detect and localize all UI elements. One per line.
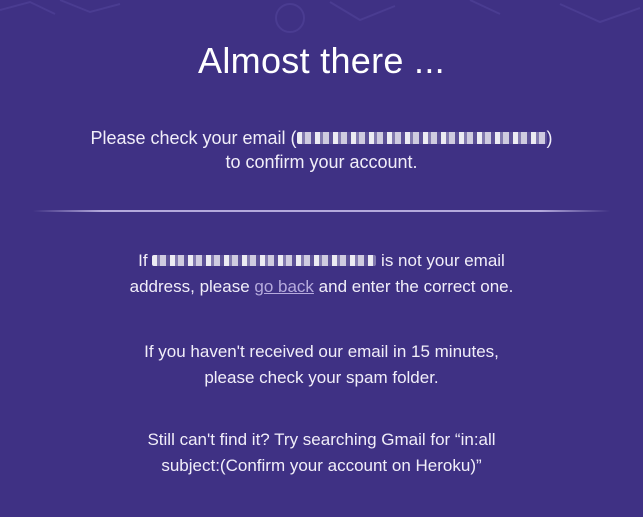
wrong-email-suffix: is not your email (376, 251, 505, 270)
spam-line-1: If you haven't received our email in 15 … (144, 342, 499, 361)
page-title: Almost there ... (198, 40, 445, 81)
check-email-line-2: to confirm your account. (225, 152, 418, 172)
check-email-message: Please check your email () to confirm yo… (0, 126, 643, 174)
spam-message: If you haven't received our email in 15 … (0, 339, 643, 391)
search-line-2: subject:(Confirm your account on Heroku)… (161, 456, 482, 475)
redacted-email (296, 131, 547, 144)
spam-line-2: please check your spam folder. (204, 368, 439, 387)
check-email-line-1: Please check your email () (0, 126, 643, 150)
wrong-email-prefix: If (138, 251, 153, 270)
wrong-email-line-2-prefix: address, please (129, 277, 255, 296)
wrong-email-line-2: address, please go back and enter the co… (0, 274, 643, 300)
search-line-1: Still can't find it? Try searching Gmail… (147, 430, 496, 449)
check-email-suffix: ) (546, 128, 553, 148)
redacted-email (152, 254, 377, 266)
confirmation-panel: Almost there ... Please check your email… (0, 0, 643, 517)
wrong-email-line-1: If is not your email (0, 248, 643, 274)
check-email-prefix: Please check your email ( (90, 128, 297, 148)
divider (33, 210, 610, 212)
wrong-email-message: If is not your email address, please go … (0, 248, 643, 300)
wrong-email-line-2-suffix: and enter the correct one. (313, 277, 514, 296)
go-back-link[interactable]: go back (254, 277, 314, 296)
search-gmail-message: Still can't find it? Try searching Gmail… (0, 427, 643, 479)
